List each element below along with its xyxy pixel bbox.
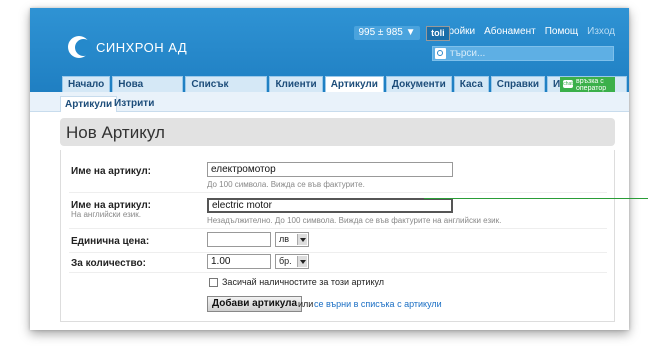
search-box[interactable]: търси... xyxy=(432,46,614,61)
name-label: Име на артикул: xyxy=(71,166,152,177)
annotation-line xyxy=(424,198,648,199)
search-placeholder: търси... xyxy=(450,48,486,59)
tab-cash[interactable]: Каса xyxy=(453,76,489,92)
chat-label: връзка с оператор xyxy=(576,78,607,92)
top-links: Настройки Абонамент Помощ toli Изход xyxy=(426,26,615,41)
divider xyxy=(69,192,607,193)
divider xyxy=(69,228,607,229)
add-article-button[interactable]: Добави артикула xyxy=(207,296,303,312)
chevron-down-icon xyxy=(297,234,307,245)
or-text: или xyxy=(298,299,314,309)
tab-invoice-list[interactable]: Списък Фактури xyxy=(185,76,268,106)
unit-value: бр. xyxy=(279,256,292,266)
help-link[interactable]: Помощ xyxy=(545,26,578,37)
page-title: Нов Артикул xyxy=(66,123,165,142)
unit-select[interactable]: бр. xyxy=(275,254,309,269)
subtab-articles[interactable]: Артикули xyxy=(60,96,118,112)
name-input[interactable]: електромотор xyxy=(207,162,453,177)
chevron-down-icon xyxy=(297,256,307,267)
user-link[interactable]: toli xyxy=(426,26,450,41)
main-tabs: Начало Нова Фактура Списък Фактури Клиен… xyxy=(62,76,629,106)
tab-new-invoice[interactable]: Нова Фактура xyxy=(112,76,184,106)
counter-badge[interactable]: 995 ± 985 ▼ xyxy=(354,26,420,40)
price-input[interactable] xyxy=(207,232,271,247)
logo-icon xyxy=(68,36,92,60)
qty-input[interactable]: 1.00 xyxy=(207,254,271,269)
stock-checkbox[interactable] xyxy=(209,278,218,287)
tab-clients[interactable]: Клиенти xyxy=(269,76,323,92)
page-header: Нов Артикул xyxy=(60,118,615,146)
currency-select[interactable]: лв xyxy=(275,232,309,247)
chat-button[interactable]: chat връзка с оператор xyxy=(560,77,615,93)
name-hint: До 100 символа. Вижда се във фактурите. xyxy=(207,180,365,189)
chat-icon: chat xyxy=(563,80,573,88)
qty-label: За количество: xyxy=(71,258,146,269)
currency-value: лв xyxy=(279,234,290,244)
subtab-deleted[interactable]: Изтрити xyxy=(110,96,158,112)
subscription-link[interactable]: Абонамент xyxy=(484,26,536,37)
tab-reports[interactable]: Справки xyxy=(490,76,546,92)
back-to-list-link[interactable]: се върни в списъка с артикули xyxy=(314,299,442,309)
subtabs-bar: Артикули Изтрити xyxy=(30,92,629,112)
tab-home[interactable]: Начало xyxy=(62,76,111,92)
article-form: Име на артикул: електромотор До 100 симв… xyxy=(60,150,615,322)
tab-articles[interactable]: Артикули xyxy=(324,76,384,92)
price-label: Единична цена: xyxy=(71,236,150,247)
divider xyxy=(69,272,607,273)
brand-name: СИНХРОН АД xyxy=(96,40,188,55)
tab-documents[interactable]: Документи xyxy=(385,76,452,92)
name-en-input[interactable]: electric motor xyxy=(207,198,453,213)
stock-label: Засичай наличностите за този артикул xyxy=(222,277,385,287)
search-icon[interactable] xyxy=(435,48,446,59)
top-bar: СИНХРОН АД 995 ± 985 ▼ Настройки Абонаме… xyxy=(30,8,629,106)
divider xyxy=(69,252,607,253)
name-en-sublabel: На английски език. xyxy=(71,210,141,219)
logout-link[interactable]: Изход xyxy=(587,26,615,37)
app-window: СИНХРОН АД 995 ± 985 ▼ Настройки Абонаме… xyxy=(30,8,629,330)
name-en-hint: Незадължително. До 100 символа. Вижда се… xyxy=(207,216,502,225)
